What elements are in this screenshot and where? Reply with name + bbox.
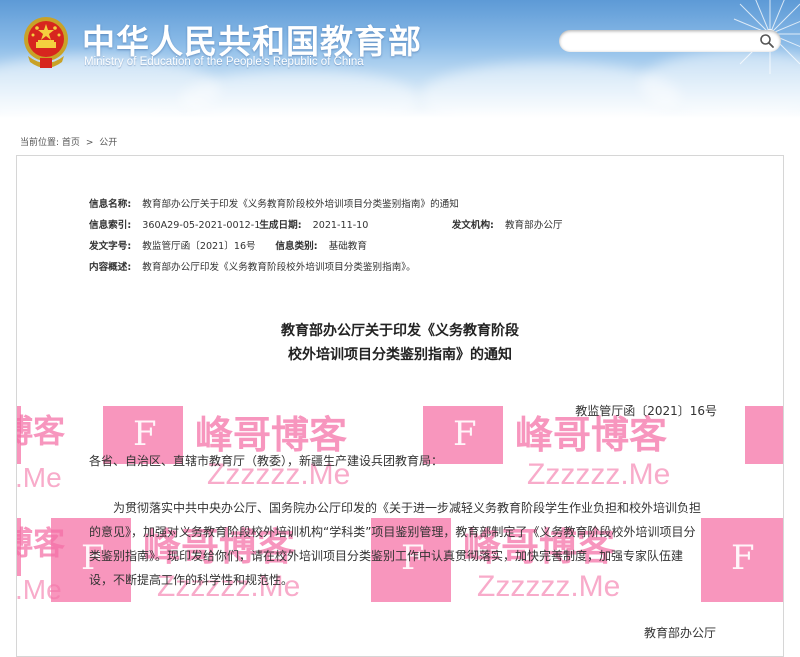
info-row-docno: 发文字号: 教监管厅函〔2021〕16号 信息类别: 基础教育 xyxy=(89,238,367,252)
cloud-decoration xyxy=(180,70,420,118)
watermark-block xyxy=(17,518,21,576)
watermark-letter: F xyxy=(133,414,157,454)
info-value: 教监管厅函〔2021〕16号 xyxy=(142,241,256,252)
document-signature: 教育部办公厅 xyxy=(643,626,716,640)
watermark-text: 峰哥博客 xyxy=(195,413,348,457)
watermark-url: z.Me xyxy=(17,462,62,493)
info-row-name: 信息名称: 教育部办公厅关于印发《义务教育阶段校外培训项目分类鉴别指南》的通知 xyxy=(89,196,459,210)
info-label: 生成日期: xyxy=(259,220,302,231)
info-value: 360A29-05-2021-0012-1 xyxy=(142,220,261,231)
watermark-letter: F xyxy=(731,538,755,578)
info-label: 信息索引: xyxy=(89,220,132,231)
info-label: 内容概述: xyxy=(89,262,132,273)
article-container: F 博客 峰哥博客 F 峰哥博客 z.Me Zzzzzz.Me Zzzzzz.M… xyxy=(16,155,784,657)
watermark-letter: F xyxy=(453,414,477,454)
breadcrumb-home-link[interactable]: 首页 xyxy=(62,138,80,148)
watermark-block xyxy=(17,406,21,464)
info-label: 发文机构: xyxy=(451,220,494,231)
search-box xyxy=(559,30,781,52)
watermark-url: Zzzzzz.Me xyxy=(527,458,671,491)
info-row-summary: 内容概述: 教育部办公厅印发《义务教育阶段校外培训项目分类鉴别指南》。 xyxy=(89,259,416,273)
breadcrumb: 当前位置: 首页 > 公开 xyxy=(20,135,117,148)
site-subtitle: Ministry of Education of the People's Re… xyxy=(84,56,364,68)
breadcrumb-label: 当前位置: xyxy=(20,138,60,148)
info-label: 信息名称: xyxy=(89,199,132,210)
site-header: 中华人民共和国教育部 Ministry of Education of the … xyxy=(0,0,800,118)
watermark-block: F xyxy=(701,518,783,602)
watermark-block xyxy=(745,406,783,464)
breadcrumb-separator: > xyxy=(85,138,94,148)
info-row-index: 信息索引: 360A29-05-2021-0012-1 生成日期: 2021-1… xyxy=(89,217,563,231)
breadcrumb-public-link[interactable]: 公开 xyxy=(99,138,117,148)
document-number: 教监管厅函〔2021〕16号 xyxy=(575,404,717,418)
info-value: 教育部办公厅 xyxy=(504,220,563,231)
info-label: 信息类别: xyxy=(275,241,318,252)
document-title-line1: 教育部办公厅关于印发《义务教育阶段 xyxy=(281,323,519,339)
info-value: 基础教育 xyxy=(328,241,367,252)
dandelion-decoration xyxy=(732,0,800,74)
search-input[interactable] xyxy=(569,32,753,52)
info-value: 教育部办公厅关于印发《义务教育阶段校外培训项目分类鉴别指南》的通知 xyxy=(142,199,459,210)
info-label: 发文字号: xyxy=(89,241,132,252)
national-emblem-icon xyxy=(24,17,68,68)
info-value: 教育部办公厅印发《义务教育阶段校外培训项目分类鉴别指南》。 xyxy=(142,262,416,273)
watermark-text: 博客 xyxy=(17,412,66,450)
search-icon[interactable] xyxy=(759,33,775,49)
document-salutation: 各省、自治区、直辖市教育厅（教委），新疆生产建设兵团教育局： xyxy=(89,454,444,468)
document-title-line2: 校外培训项目分类鉴别指南》的通知 xyxy=(288,347,512,363)
watermark-url: z.Me xyxy=(17,574,62,605)
info-value: 2021-11-10 xyxy=(312,220,369,231)
document-paragraph: 为贯彻落实中共中央办公厅、国务院办公厅印发的《关于进一步减轻义务教育阶段学生作业… xyxy=(89,501,702,587)
watermark-text: 博客 xyxy=(17,524,66,562)
